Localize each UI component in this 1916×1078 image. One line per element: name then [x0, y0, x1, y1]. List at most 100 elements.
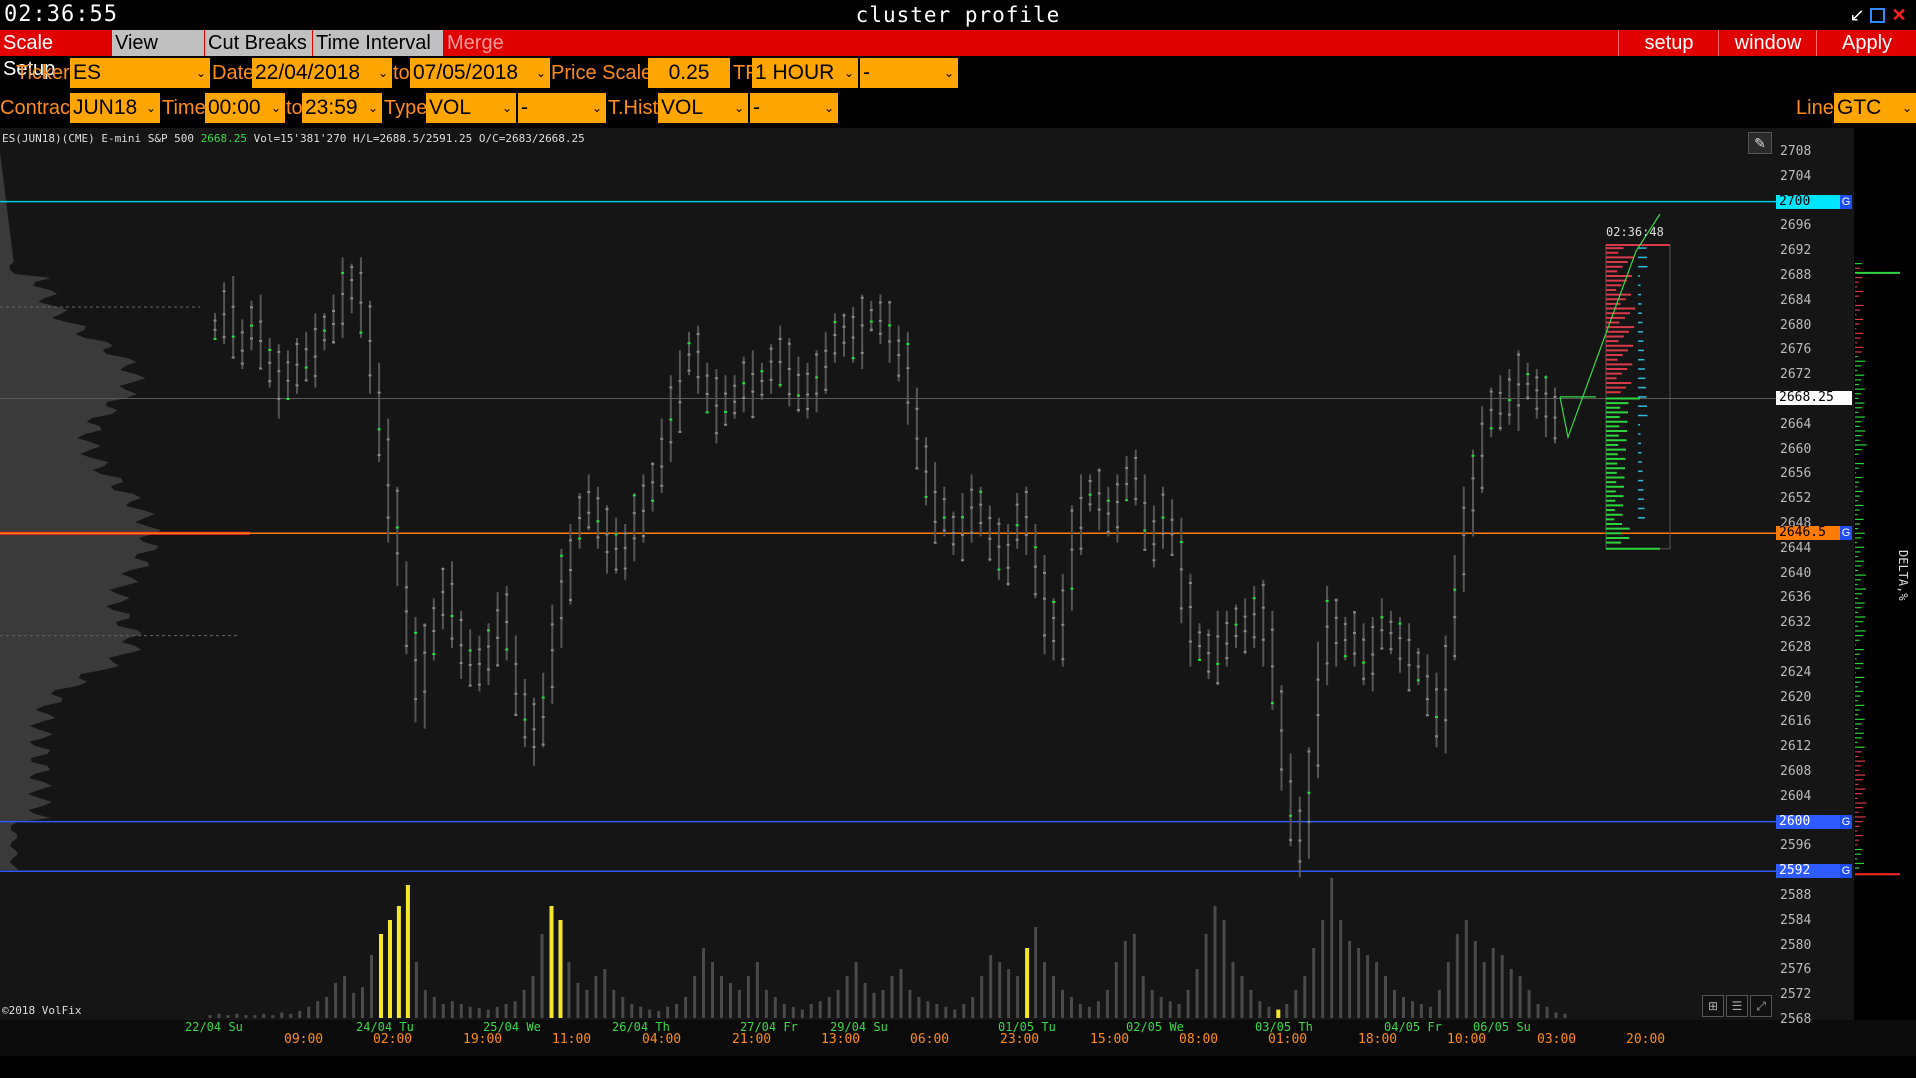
gtc-badge[interactable]: G: [1840, 864, 1852, 878]
price-cluster: [1389, 648, 1392, 650]
volume-bar: [612, 990, 615, 1018]
price-cluster: [1371, 654, 1374, 656]
y-tick-label: 2684: [1780, 293, 1811, 308]
price-cluster: [1508, 399, 1511, 401]
price-cluster: [1289, 839, 1292, 841]
price-cluster: [897, 375, 900, 377]
price-cluster: [1125, 483, 1128, 485]
profile-time-label: 02:36:48: [1606, 225, 1664, 239]
price-tag[interactable]: 2646.5: [1776, 526, 1844, 540]
volume-bar: [1447, 962, 1450, 1018]
price-cluster: [1107, 531, 1110, 533]
volume-bar: [900, 969, 903, 1018]
volume-bar: [1151, 990, 1154, 1018]
x-time-label: 21:00: [732, 1032, 771, 1047]
volume-bar: [1411, 1001, 1414, 1018]
price-cluster: [405, 645, 408, 647]
volume-bar: [406, 885, 410, 1018]
price-cluster: [843, 326, 846, 328]
volume-bar: [541, 934, 544, 1018]
volume-bar: [1492, 948, 1495, 1018]
price-cluster: [1107, 513, 1110, 515]
price-cluster: [1371, 673, 1374, 675]
volume-bar: [1142, 976, 1145, 1018]
price-cluster: [1271, 665, 1274, 667]
volume-bar: [1276, 1010, 1280, 1018]
volume-bar: [388, 920, 392, 1018]
price-cluster: [1025, 534, 1028, 536]
y-tick-label: 2672: [1780, 367, 1811, 382]
price-tag[interactable]: 2600: [1776, 815, 1844, 829]
volume-bar: [666, 1007, 669, 1018]
price-cluster: [441, 591, 444, 593]
y-tick-label: 2636: [1780, 590, 1811, 605]
grid-icon[interactable]: ⊞: [1702, 995, 1724, 1017]
price-cluster: [606, 533, 609, 535]
y-tick-label: 2656: [1780, 466, 1811, 481]
layout-icon[interactable]: ☰: [1726, 995, 1748, 1017]
price-cluster: [779, 361, 782, 363]
price-cluster: [660, 485, 663, 487]
price-cluster: [305, 379, 308, 381]
price-cluster: [943, 530, 946, 532]
volume-bar: [819, 1001, 822, 1018]
volume-bar: [218, 1014, 221, 1018]
volume-bar: [702, 948, 705, 1018]
price-cluster: [1371, 626, 1374, 628]
price-cluster: [560, 617, 563, 619]
price-cluster: [1280, 691, 1283, 693]
price-cluster: [688, 342, 691, 344]
price-cluster: [1426, 714, 1429, 716]
price-cluster: [514, 714, 517, 716]
price-cluster: [1007, 583, 1010, 585]
volume-bar: [630, 1004, 633, 1018]
price-cluster: [1162, 533, 1165, 535]
price-tag[interactable]: 2700: [1776, 195, 1844, 209]
gtc-badge[interactable]: G: [1840, 526, 1852, 540]
volume-bar: [567, 962, 570, 1018]
volume-bar: [1115, 962, 1118, 1018]
price-tag[interactable]: 2668.25: [1776, 391, 1852, 405]
price-cluster: [423, 652, 426, 654]
price-cluster: [1362, 662, 1365, 664]
price-cluster: [268, 349, 271, 351]
volume-bar: [639, 1007, 642, 1018]
volume-bar: [846, 976, 849, 1018]
price-cluster: [323, 339, 326, 341]
price-cluster: [523, 719, 526, 721]
price-cluster: [961, 516, 964, 518]
y-tick-label: 2604: [1780, 789, 1811, 804]
price-cluster: [1180, 541, 1183, 543]
price-cluster: [797, 409, 800, 411]
price-cluster: [1271, 629, 1274, 631]
volume-bar: [926, 1001, 929, 1018]
volume-bar: [1267, 1007, 1270, 1018]
volume-bar: [1214, 906, 1217, 1018]
price-cluster: [1317, 714, 1320, 716]
price-cluster: [633, 512, 636, 514]
price-cluster: [861, 324, 864, 326]
price-cluster: [642, 485, 645, 487]
volume-bar: [280, 1012, 283, 1018]
volume-bar: [693, 976, 696, 1018]
price-tag[interactable]: 2592: [1776, 864, 1844, 878]
y-tick-label: 2676: [1780, 342, 1811, 357]
price-cluster: [915, 438, 918, 440]
price-cluster: [660, 438, 663, 440]
price-cluster: [1080, 527, 1083, 529]
volume-bar: [684, 997, 687, 1018]
price-cluster: [214, 338, 217, 340]
price-cluster: [369, 305, 372, 307]
price-cluster: [1152, 559, 1155, 561]
gtc-badge[interactable]: G: [1840, 195, 1852, 209]
volume-bar: [523, 990, 526, 1018]
volume-bar: [908, 990, 911, 1018]
fullscreen-icon[interactable]: ⤢: [1750, 995, 1772, 1017]
pencil-icon[interactable]: ✎: [1748, 132, 1772, 154]
y-tick-label: 2568: [1780, 1012, 1811, 1027]
price-cluster: [596, 520, 599, 522]
gtc-badge[interactable]: G: [1840, 815, 1852, 829]
price-cluster: [1307, 792, 1310, 794]
price-cluster: [1098, 509, 1101, 511]
price-cluster: [1408, 664, 1411, 666]
